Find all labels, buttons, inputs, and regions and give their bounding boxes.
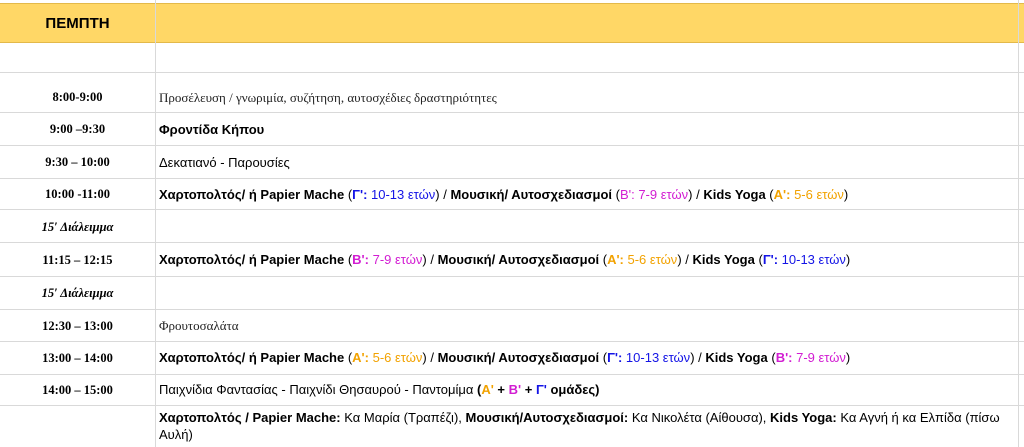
text: ( [344, 350, 353, 365]
break-row: 15′ Διάλειμμα [0, 277, 1024, 310]
group-c-label: Γ' [535, 382, 547, 397]
text: ( [767, 350, 776, 365]
schedule-sheet: ΠΕΜΠΤΗ 8:00-9:00 Προσέλευση / γνωριμία, … [0, 0, 1024, 447]
activity-title: Kids Yoga [703, 187, 766, 202]
grade-label: Γ': [352, 187, 368, 202]
activity-title: Μουσική/ Αυτοσχεδιασμοί [437, 350, 600, 365]
schedule-row: 14:00 – 15:00 Παιχνίδια Φαντασίας - Παιχ… [0, 375, 1024, 406]
activity-title: Χαρτοπολτός/ ή Papier Mache [159, 252, 345, 267]
text: ) / [690, 350, 706, 365]
empty-row [0, 43, 1024, 73]
age-label: 7-9 ετών [368, 252, 423, 267]
notes-row: Χαρτοπολτός / Papier Mache: Κα Μαρία (Τρ… [0, 406, 1024, 447]
activity-cell: Φρουτοσαλάτα [159, 318, 239, 333]
activity-cell: Παιχνίδια Φαντασίας - Παιχνίδι Θησαυρού … [159, 382, 1018, 397]
time-cell: 8:00-9:00 [52, 90, 103, 104]
time-cell: 9:00 –9:30 [49, 122, 106, 136]
text: ) / [435, 187, 451, 202]
activity-cell: Χαρτοπολτός/ ή Papier Mache (Β': 7-9 ετώ… [159, 252, 1018, 267]
activity-cell: Φροντίδα Κήπου [159, 122, 265, 137]
activity-title: Μουσική/ Αυτοσχεδιασμοί [450, 187, 612, 202]
grade-label: Γ': [607, 350, 623, 365]
activity-cell: Δεκατιανό - Παρουσίες [159, 155, 290, 170]
activity-title: Kids Yoga: [770, 410, 837, 425]
group-b-label: Β' [508, 382, 522, 397]
age-label: 10-13 ετών [367, 187, 436, 202]
text: ) / [422, 252, 438, 267]
activity-title: Χαρτοπολτός/ ή Papier Mache [159, 187, 345, 202]
text: ( [612, 187, 620, 202]
age-label: 5-6 ετών [623, 252, 678, 267]
schedule-row: 9:00 –9:30 Φροντίδα Κήπου [0, 113, 1024, 146]
grade-age-label: Β': 7-9 ετών [619, 187, 689, 202]
break-label: 15′ Διάλειμμα [41, 286, 114, 300]
age-label: 5-6 ετών [368, 350, 423, 365]
text: ) [843, 187, 849, 202]
day-title: ΠΕΜΠΤΗ [45, 15, 110, 32]
grade-label: Α': [607, 252, 624, 267]
activity-cell: Προσέλευση / γνωριμία, συζήτηση, αυτοσχέ… [159, 90, 497, 105]
grade-label: Γ': [762, 252, 779, 267]
text: + [521, 382, 536, 397]
time-cell: 11:15 – 12:15 [42, 253, 113, 267]
age-label: 5-6 ετών [790, 187, 844, 202]
schedule-row: 12:30 – 13:00 Φρουτοσαλάτα [0, 310, 1024, 342]
schedule-row: 11:15 – 12:15 Χαρτοπολτός/ ή Papier Mach… [0, 243, 1024, 277]
time-cell: 10:00 -11:00 [45, 187, 110, 201]
activity-title: Μουσική/Αυτοσχεδιασμοί: [465, 410, 629, 425]
text: ομάδες) [546, 382, 600, 397]
text: ) / [677, 252, 693, 267]
age-label: 7-9 ετών [792, 350, 846, 365]
activity-title: Χαρτοπολτός/ ή Papier Mache [159, 350, 345, 365]
time-cell: 9:30 – 10:00 [45, 155, 110, 169]
text: ) / [688, 187, 704, 202]
time-cell: 12:30 – 13:00 [42, 319, 113, 333]
activity-title: Kids Yoga [705, 350, 768, 365]
grade-label: Α': [773, 187, 791, 202]
schedule-row: 8:00-9:00 Προσέλευση / γνωριμία, συζήτησ… [0, 73, 1024, 113]
age-label: 10-13 ετών [778, 252, 846, 267]
group-a-label: Α' [481, 382, 494, 397]
activity-title: Παιχνίδια Φαντασίας - Παιχνίδι Θησαυρού … [159, 382, 477, 397]
text: ( [599, 252, 608, 267]
schedule-row: 10:00 -11:00 Χαρτοπολτός/ ή Papier Mache… [0, 179, 1024, 210]
activity-title: Μουσική/ Αυτοσχεδιασμοί [437, 252, 600, 267]
break-label: 15′ Διάλειμμα [41, 220, 114, 234]
day-header: ΠΕΜΠΤΗ [0, 3, 1024, 43]
text: ( [344, 187, 353, 202]
notes-cell: Χαρτοπολτός / Papier Mache: Κα Μαρία (Τρ… [159, 409, 1010, 443]
activity-title: Χαρτοπολτός / Papier Mache: [159, 410, 341, 425]
time-cell: 13:00 – 14:00 [42, 351, 113, 365]
grade-label: Α': [352, 350, 369, 365]
schedule-row: 13:00 – 14:00 Χαρτοπολτός/ ή Papier Mach… [0, 342, 1024, 375]
text: + [493, 382, 509, 397]
text: ( [754, 252, 763, 267]
text: ) [845, 350, 851, 365]
teacher-note: Κα Νικολέτα (Αίθουσα), [628, 410, 771, 425]
text: ( [765, 187, 774, 202]
activity-title: Kids Yoga [692, 252, 755, 267]
activity-cell: Χαρτοπολτός/ ή Papier Mache (Γ': 10-13 ε… [159, 187, 1018, 202]
grade-label: Β': [352, 252, 369, 267]
text: ) [845, 252, 851, 267]
text: ) / [422, 350, 438, 365]
age-label: 10-13 ετών [622, 350, 691, 365]
break-row: 15′ Διάλειμμα [0, 210, 1024, 243]
column-divider [1018, 0, 1019, 447]
text: ( [599, 350, 608, 365]
activity-cell: Χαρτοπολτός/ ή Papier Mache (Α': 5-6 ετώ… [159, 350, 1018, 365]
schedule-row: 9:30 – 10:00 Δεκατιανό - Παρουσίες [0, 146, 1024, 179]
grade-label: Β': [775, 350, 793, 365]
text: ( [344, 252, 353, 267]
column-divider [155, 0, 156, 447]
teacher-note: Κα Μαρία (Τραπέζι), [340, 410, 466, 425]
time-cell: 14:00 – 15:00 [42, 383, 113, 397]
